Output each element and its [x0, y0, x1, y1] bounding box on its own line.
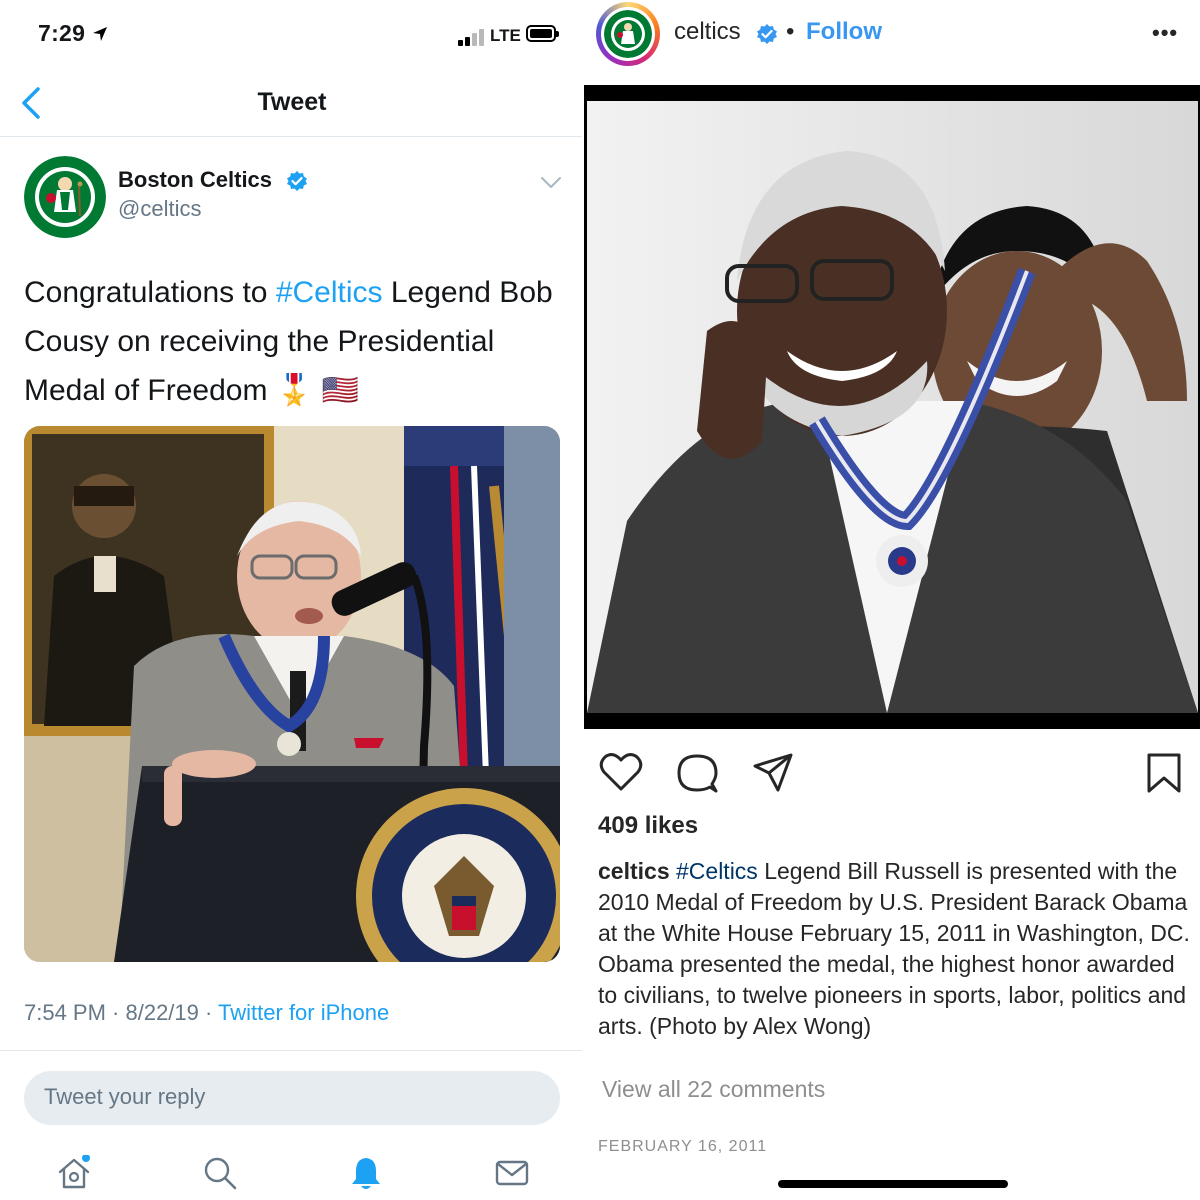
divider	[0, 1050, 584, 1051]
author-handle[interactable]: @celtics	[118, 196, 201, 222]
cellular-signal-icon	[458, 28, 486, 46]
reply-placeholder: Tweet your reply	[44, 1084, 206, 1109]
post-photo[interactable]	[587, 101, 1198, 713]
verified-badge-icon	[287, 171, 307, 191]
search-icon[interactable]	[202, 1155, 238, 1191]
tweet-timestamp: 7:54 PM · 8/22/19 ·	[24, 1000, 219, 1025]
tweet-photo[interactable]	[24, 426, 560, 962]
divider	[0, 136, 584, 137]
heart-icon[interactable]	[599, 752, 643, 792]
celtics-avatar[interactable]	[604, 10, 652, 58]
location-arrow-icon	[93, 27, 107, 41]
notifications-icon[interactable]	[348, 1155, 384, 1191]
network-type: LTE	[490, 26, 521, 45]
caption-username[interactable]: celtics	[598, 858, 670, 884]
author-name[interactable]: Boston Celtics	[118, 167, 272, 193]
page-title: Tweet	[257, 88, 327, 116]
home-icon[interactable]	[56, 1155, 92, 1191]
ig-username[interactable]: celtics	[674, 18, 741, 46]
likes-count[interactable]: 409 likes	[598, 812, 698, 840]
tweet-meta: 7:54 PM · 8/22/19 · Twitter for iPhone	[24, 1000, 389, 1026]
separator-dot: •	[786, 18, 795, 45]
post-date: FEBRUARY 16, 2011	[598, 1138, 768, 1155]
twitter-screen: 7:29 LTE Tweet Boston Celtics @celtics C…	[0, 0, 584, 1200]
follow-button[interactable]: Follow	[806, 18, 882, 46]
caption-hashtag[interactable]: #Celtics	[676, 858, 758, 884]
more-options-button[interactable]: •••	[1152, 20, 1178, 46]
status-time: 7:29	[38, 20, 86, 46]
comment-icon[interactable]	[676, 752, 718, 794]
tweet-source-link[interactable]: Twitter for iPhone	[218, 1000, 389, 1025]
bookmark-icon[interactable]	[1146, 752, 1182, 794]
battery-icon	[526, 25, 559, 42]
share-icon[interactable]	[752, 752, 794, 794]
home-indicator[interactable]	[778, 1180, 1008, 1188]
messages-icon[interactable]	[494, 1155, 530, 1191]
hashtag-link[interactable]: #Celtics	[276, 276, 383, 309]
celtics-avatar[interactable]	[24, 156, 106, 238]
post-caption: celtics #Celtics Legend Bill Russell is …	[598, 856, 1190, 1042]
view-comments-link[interactable]: View all 22 comments	[602, 1076, 825, 1103]
caption-text: Legend Bill Russell is presented with th…	[598, 858, 1190, 1039]
tweet-text: Congratulations to #Celtics Legend Bob C…	[24, 276, 553, 407]
verified-badge-icon	[757, 24, 777, 44]
chevron-down-icon[interactable]	[540, 176, 562, 190]
